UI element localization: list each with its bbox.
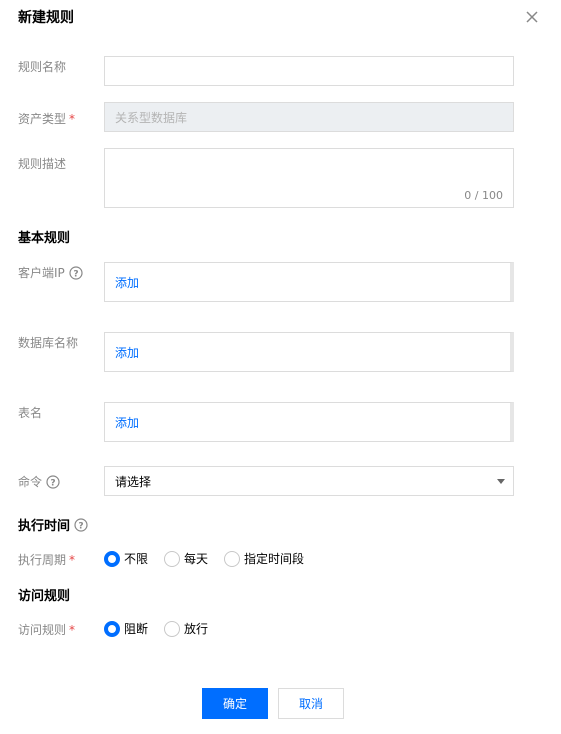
asset-type-label: 资产类型 * xyxy=(18,110,75,127)
required-mark: * xyxy=(69,111,76,126)
dialog-title: 新建规则 xyxy=(18,10,74,26)
required-mark: * xyxy=(69,622,76,637)
access-rule-label: 访问规则 * xyxy=(18,621,75,638)
close-icon[interactable] xyxy=(523,8,541,26)
section-basic-rules: 基本规则 xyxy=(18,227,70,246)
db-name-label: 数据库名称 xyxy=(18,334,78,351)
radio-label: 放行 xyxy=(184,622,209,636)
svg-text:?: ? xyxy=(78,521,83,531)
radio-unchecked-icon xyxy=(224,550,241,567)
table-name-label: 表名 xyxy=(18,404,42,421)
rule-desc-label-text: 规则描述 xyxy=(18,157,67,171)
exec-period-radio-group: 不限 每天 指定时间段 xyxy=(104,550,320,567)
radio-allow[interactable]: 放行 xyxy=(164,620,208,637)
radio-unchecked-icon xyxy=(164,550,181,567)
rule-name-label: 规则名称 xyxy=(18,58,66,75)
required-mark: * xyxy=(69,552,76,567)
db-name-add-link[interactable]: 添加 xyxy=(115,344,139,361)
db-name-label-text: 数据库名称 xyxy=(18,336,79,350)
char-counter: 0 / 100 xyxy=(464,189,503,202)
help-icon[interactable]: ? xyxy=(69,265,83,280)
section-exec-time-title: 执行时间 xyxy=(18,519,71,534)
chevron-down-icon xyxy=(497,479,505,484)
rule-desc-label: 规则描述 xyxy=(18,155,66,172)
section-basic-rules-title: 基本规则 xyxy=(18,231,71,246)
confirm-button[interactable]: 确定 xyxy=(202,688,268,719)
command-label: 命令 ? xyxy=(18,473,60,490)
rule-desc-textarea[interactable]: 0 / 100 xyxy=(104,148,514,208)
radio-unchecked-icon xyxy=(164,620,181,637)
table-name-field: 添加 xyxy=(104,402,514,442)
access-rule-radio-group: 阻断 放行 xyxy=(104,620,224,637)
radio-unlimited[interactable]: 不限 xyxy=(104,550,148,567)
help-icon[interactable]: ? xyxy=(74,517,88,532)
section-access-rules-title: 访问规则 xyxy=(18,589,71,604)
asset-type-field: 关系型数据库 xyxy=(104,102,514,132)
exec-period-label-text: 执行周期 xyxy=(18,553,67,567)
radio-time-range[interactable]: 指定时间段 xyxy=(224,550,304,567)
client-ip-label: 客户端IP ? xyxy=(18,264,83,281)
radio-checked-icon xyxy=(104,620,120,637)
table-name-add-link[interactable]: 添加 xyxy=(115,414,139,431)
rule-name-input[interactable] xyxy=(104,56,514,86)
access-rule-label-text: 访问规则 xyxy=(18,623,67,637)
svg-text:?: ? xyxy=(50,478,55,488)
rule-name-label-text: 规则名称 xyxy=(18,60,67,74)
asset-type-label-text: 资产类型 xyxy=(18,112,67,126)
section-exec-time: 执行时间 ? xyxy=(18,515,88,534)
svg-text:?: ? xyxy=(73,269,78,279)
radio-label: 阻断 xyxy=(124,622,149,636)
help-icon[interactable]: ? xyxy=(46,474,60,489)
client-ip-field: 添加 xyxy=(104,262,514,302)
client-ip-add-link[interactable]: 添加 xyxy=(115,274,139,291)
command-label-text: 命令 xyxy=(18,475,43,489)
table-name-label-text: 表名 xyxy=(18,406,43,420)
radio-label: 不限 xyxy=(124,552,149,566)
command-select-value: 请选择 xyxy=(115,474,152,489)
command-select[interactable]: 请选择 xyxy=(104,466,514,496)
cancel-button[interactable]: 取消 xyxy=(278,688,344,719)
db-name-field: 添加 xyxy=(104,332,514,372)
radio-label: 每天 xyxy=(184,552,209,566)
client-ip-label-text: 客户端IP xyxy=(18,266,65,280)
radio-label: 指定时间段 xyxy=(244,552,305,566)
exec-period-label: 执行周期 * xyxy=(18,551,75,568)
asset-type-value: 关系型数据库 xyxy=(115,110,188,125)
section-access-rules: 访问规则 xyxy=(18,585,70,604)
radio-checked-icon xyxy=(104,550,120,567)
radio-daily[interactable]: 每天 xyxy=(164,550,208,567)
radio-block[interactable]: 阻断 xyxy=(104,620,148,637)
